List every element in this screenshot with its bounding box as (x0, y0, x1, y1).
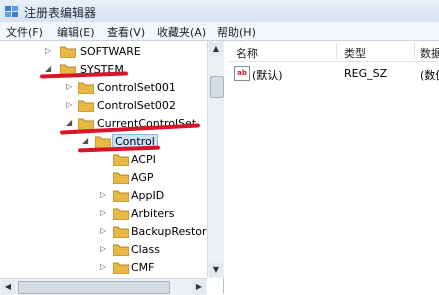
tree-item-controlset001[interactable]: ▷ ControlSet001 (0, 79, 207, 97)
folder-icon (113, 262, 129, 274)
expand-arrow-icon[interactable]: ▷ (66, 82, 76, 91)
expand-arrow-icon[interactable]: ▷ (100, 226, 110, 235)
column-divider[interactable] (414, 43, 415, 59)
folder-open-icon (95, 136, 111, 148)
column-header-type[interactable]: 类型 (344, 45, 366, 61)
tree-item-cmf[interactable]: ▷ CMF (0, 259, 207, 277)
title-bar: 注册表编辑器 (0, 0, 439, 22)
column-divider[interactable] (336, 43, 337, 59)
folder-icon (113, 154, 129, 166)
string-value-icon: ab (234, 66, 250, 81)
tree-item-arbiters[interactable]: ▷ Arbiters (0, 205, 207, 223)
expand-arrow-icon[interactable]: ▷ (100, 190, 110, 199)
menu-view[interactable]: 查看(V) (107, 24, 145, 40)
folder-icon (78, 100, 94, 112)
scroll-thumb[interactable] (210, 76, 224, 98)
column-header-name[interactable]: 名称 (236, 45, 258, 61)
tree-item-acpi[interactable]: ACPI (0, 151, 207, 169)
folder-icon (113, 208, 129, 220)
value-name: (默认) (252, 69, 283, 82)
tree-horizontal-scrollbar[interactable]: ◀ ▶ (0, 278, 207, 295)
tree-item-label: ACPI (131, 153, 156, 166)
expand-arrow-icon[interactable]: ▷ (45, 46, 55, 55)
menu-favorites[interactable]: 收藏夹(A) (157, 24, 206, 40)
tree-item-class[interactable]: ▷ Class (0, 241, 207, 259)
values-list[interactable]: 名称 类型 数据 ab (默认) REG_SZ (数值 (228, 41, 439, 294)
tree-item-label: CMF (131, 261, 155, 274)
list-item[interactable]: ab (默认) REG_SZ (数值 (228, 65, 439, 83)
tree-item-label: Arbiters (131, 207, 175, 220)
tree-item-label: BackupRestore (131, 225, 214, 238)
collapse-arrow-icon[interactable]: ◢ (45, 64, 55, 73)
folder-icon (113, 226, 129, 238)
collapse-arrow-icon[interactable]: ◢ (82, 136, 92, 145)
menu-bar: 文件(F) 编辑(E) 查看(V) 收藏夹(A) 帮助(H) (0, 22, 439, 41)
folder-icon (78, 82, 94, 94)
value-type: REG_SZ (344, 67, 388, 80)
folder-icon (113, 244, 129, 256)
collapse-arrow-icon[interactable]: ◢ (66, 118, 76, 127)
registry-editor-icon (5, 6, 18, 17)
value-data: (数值 (420, 69, 439, 82)
scroll-right-icon[interactable]: ▶ (192, 280, 206, 294)
scroll-down-icon[interactable]: ▼ (209, 263, 223, 277)
column-header-data[interactable]: 数据 (420, 45, 439, 61)
expand-arrow-icon[interactable]: ▷ (100, 244, 110, 253)
menu-help[interactable]: 帮助(H) (217, 24, 256, 40)
folder-icon (113, 190, 129, 202)
tree-item-appid[interactable]: ▷ AppID (0, 187, 207, 205)
window-title: 注册表编辑器 (24, 6, 97, 20)
registry-tree[interactable]: ▷ SOFTWARE ◢ SYSTEM ▷ ControlSet001 ▷ Co… (0, 41, 224, 294)
expand-arrow-icon[interactable]: ▷ (100, 262, 110, 271)
folder-icon (60, 46, 76, 58)
tree-item-label: SOFTWARE (80, 45, 141, 58)
scroll-left-icon[interactable]: ◀ (1, 280, 15, 294)
scroll-up-icon[interactable]: ▲ (209, 42, 223, 56)
scroll-thumb[interactable] (18, 281, 170, 294)
tree-item-label: AppID (131, 189, 165, 202)
folder-icon (113, 172, 129, 184)
tree-item-label: ControlSet002 (97, 99, 176, 112)
tree-item-software[interactable]: ▷ SOFTWARE (0, 43, 207, 61)
tree-item-backuprestore[interactable]: ▷ BackupRestore (0, 223, 213, 241)
expand-arrow-icon[interactable]: ▷ (100, 208, 110, 217)
tree-item-agp[interactable]: AGP (0, 169, 207, 187)
tree-item-label: ControlSet001 (97, 81, 176, 94)
tree-item-label: Class (131, 243, 160, 256)
expand-arrow-icon[interactable]: ▷ (66, 100, 76, 109)
tree-item-label: AGP (131, 171, 154, 184)
tree-vertical-scrollbar[interactable]: ▲ ▼ (207, 41, 224, 278)
menu-edit[interactable]: 编辑(E) (57, 24, 95, 40)
list-header: 名称 类型 数据 (228, 41, 439, 62)
tree-item-controlset002[interactable]: ▷ ControlSet002 (0, 97, 207, 115)
menu-file[interactable]: 文件(F) (6, 24, 43, 40)
